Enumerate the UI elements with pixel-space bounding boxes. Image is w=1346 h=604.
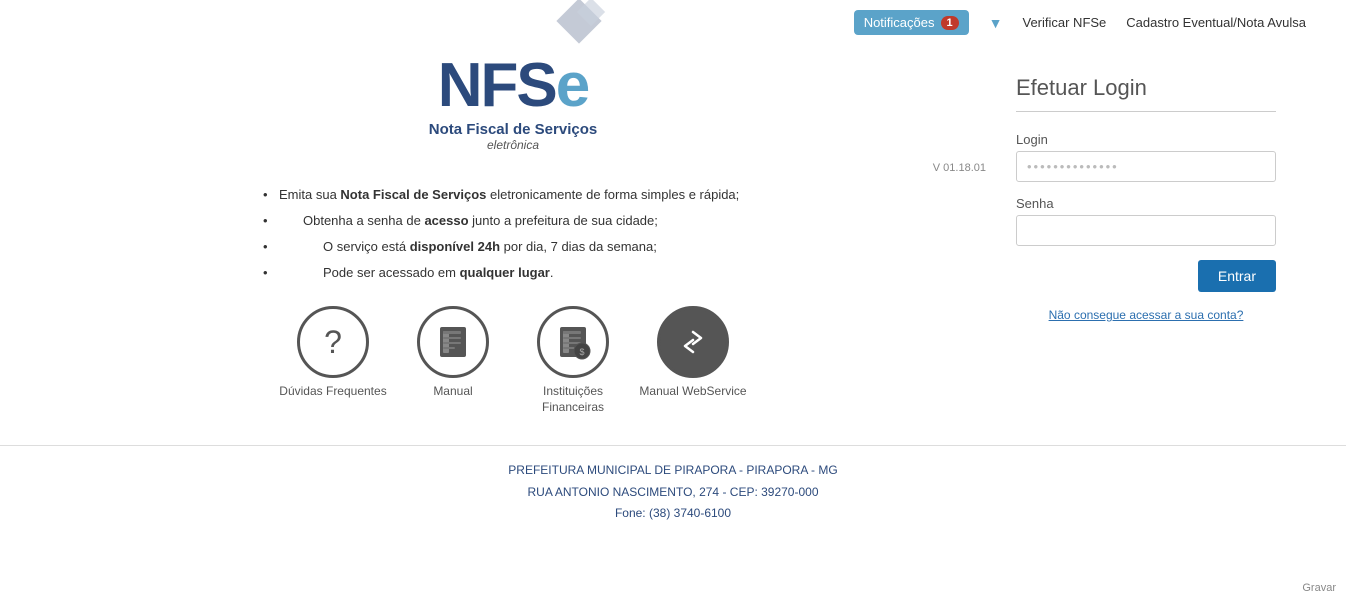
senha-label: Senha	[1016, 196, 1276, 211]
webservice-label: Manual WebService	[639, 384, 746, 400]
bold-acesso: acesso	[424, 213, 468, 228]
manual-label: Manual	[433, 384, 472, 400]
finance-label: Instituições Financeiras	[518, 384, 628, 415]
main-container: NFSe Nota Fiscal de Serviços eletrônica …	[0, 45, 1346, 415]
bold-disponivel: disponível 24h	[410, 239, 500, 254]
login-input[interactable]	[1016, 151, 1276, 182]
footer: PREFEITURA MUNICIPAL DE PIRAPORA - PIRAP…	[0, 446, 1346, 539]
senha-input[interactable]	[1016, 215, 1276, 246]
faq-icon: ?	[297, 306, 369, 378]
footer-line1: PREFEITURA MUNICIPAL DE PIRAPORA - PIRAP…	[14, 460, 1332, 482]
manual-icon	[417, 306, 489, 378]
list-item: O serviço está disponível 24h por dia, 7…	[263, 234, 763, 260]
notifications-badge: 1	[941, 16, 959, 30]
version-text: V 01.18.01	[933, 162, 986, 174]
info-list: Emita sua Nota Fiscal de Serviços eletro…	[263, 182, 763, 286]
logo-subtitle: Nota Fiscal de Serviços	[429, 121, 597, 138]
cadastro-eventual-link[interactable]: Cadastro Eventual/Nota Avulsa	[1126, 15, 1306, 30]
footer-line2: RUA ANTONIO NASCIMENTO, 274 - CEP: 39270…	[14, 482, 1332, 504]
logo-subtitle2: eletrônica	[429, 138, 597, 152]
list-item: Obtenha a senha de acesso junto a prefei…	[263, 208, 763, 234]
logo-nfs-text: NFSe	[438, 51, 588, 120]
icons-row: ? Dúvidas Frequentes Manual	[278, 306, 748, 415]
gravar-button[interactable]: Gravar	[1302, 582, 1336, 594]
notifications-arrow[interactable]: ▼	[989, 15, 1003, 31]
login-title: Efetuar Login	[1016, 75, 1276, 112]
left-panel: NFSe Nota Fiscal de Serviços eletrônica …	[40, 45, 986, 415]
notifications-button[interactable]: Notificações 1	[854, 10, 969, 35]
entrar-button[interactable]: Entrar	[1198, 260, 1276, 292]
faq-label: Dúvidas Frequentes	[279, 384, 386, 400]
logo-container: NFSe Nota Fiscal de Serviços eletrônica	[429, 55, 597, 152]
top-navigation: Notificações 1 ▼ Verificar NFSe Cadastro…	[0, 0, 1346, 45]
login-label: Login	[1016, 132, 1276, 147]
webservice-icon	[657, 306, 729, 378]
bold-qualquer-lugar: qualquer lugar	[460, 265, 550, 280]
notifications-label: Notificações	[864, 15, 935, 30]
finance-icon-item[interactable]: $ Instituições Financeiras	[518, 306, 628, 415]
list-item: Emita sua Nota Fiscal de Serviços eletro…	[263, 182, 763, 208]
finance-icon: $	[537, 306, 609, 378]
verify-nfse-link[interactable]: Verificar NFSe	[1022, 15, 1106, 30]
logo-diamonds	[543, 0, 623, 60]
bold-nfs: Nota Fiscal de Serviços	[340, 187, 486, 202]
forgot-link[interactable]: Não consegue acessar a sua conta?	[1016, 302, 1276, 322]
faq-icon-item[interactable]: ? Dúvidas Frequentes	[278, 306, 388, 415]
login-panel: Efetuar Login Login Senha Entrar Não con…	[986, 45, 1306, 415]
svg-text:$: $	[579, 347, 584, 357]
manual-icon-item[interactable]: Manual	[398, 306, 508, 415]
list-item: Pode ser acessado em qualquer lugar.	[263, 260, 763, 286]
webservice-icon-item[interactable]: Manual WebService	[638, 306, 748, 415]
footer-line3: Fone: (38) 3740-6100	[14, 503, 1332, 525]
